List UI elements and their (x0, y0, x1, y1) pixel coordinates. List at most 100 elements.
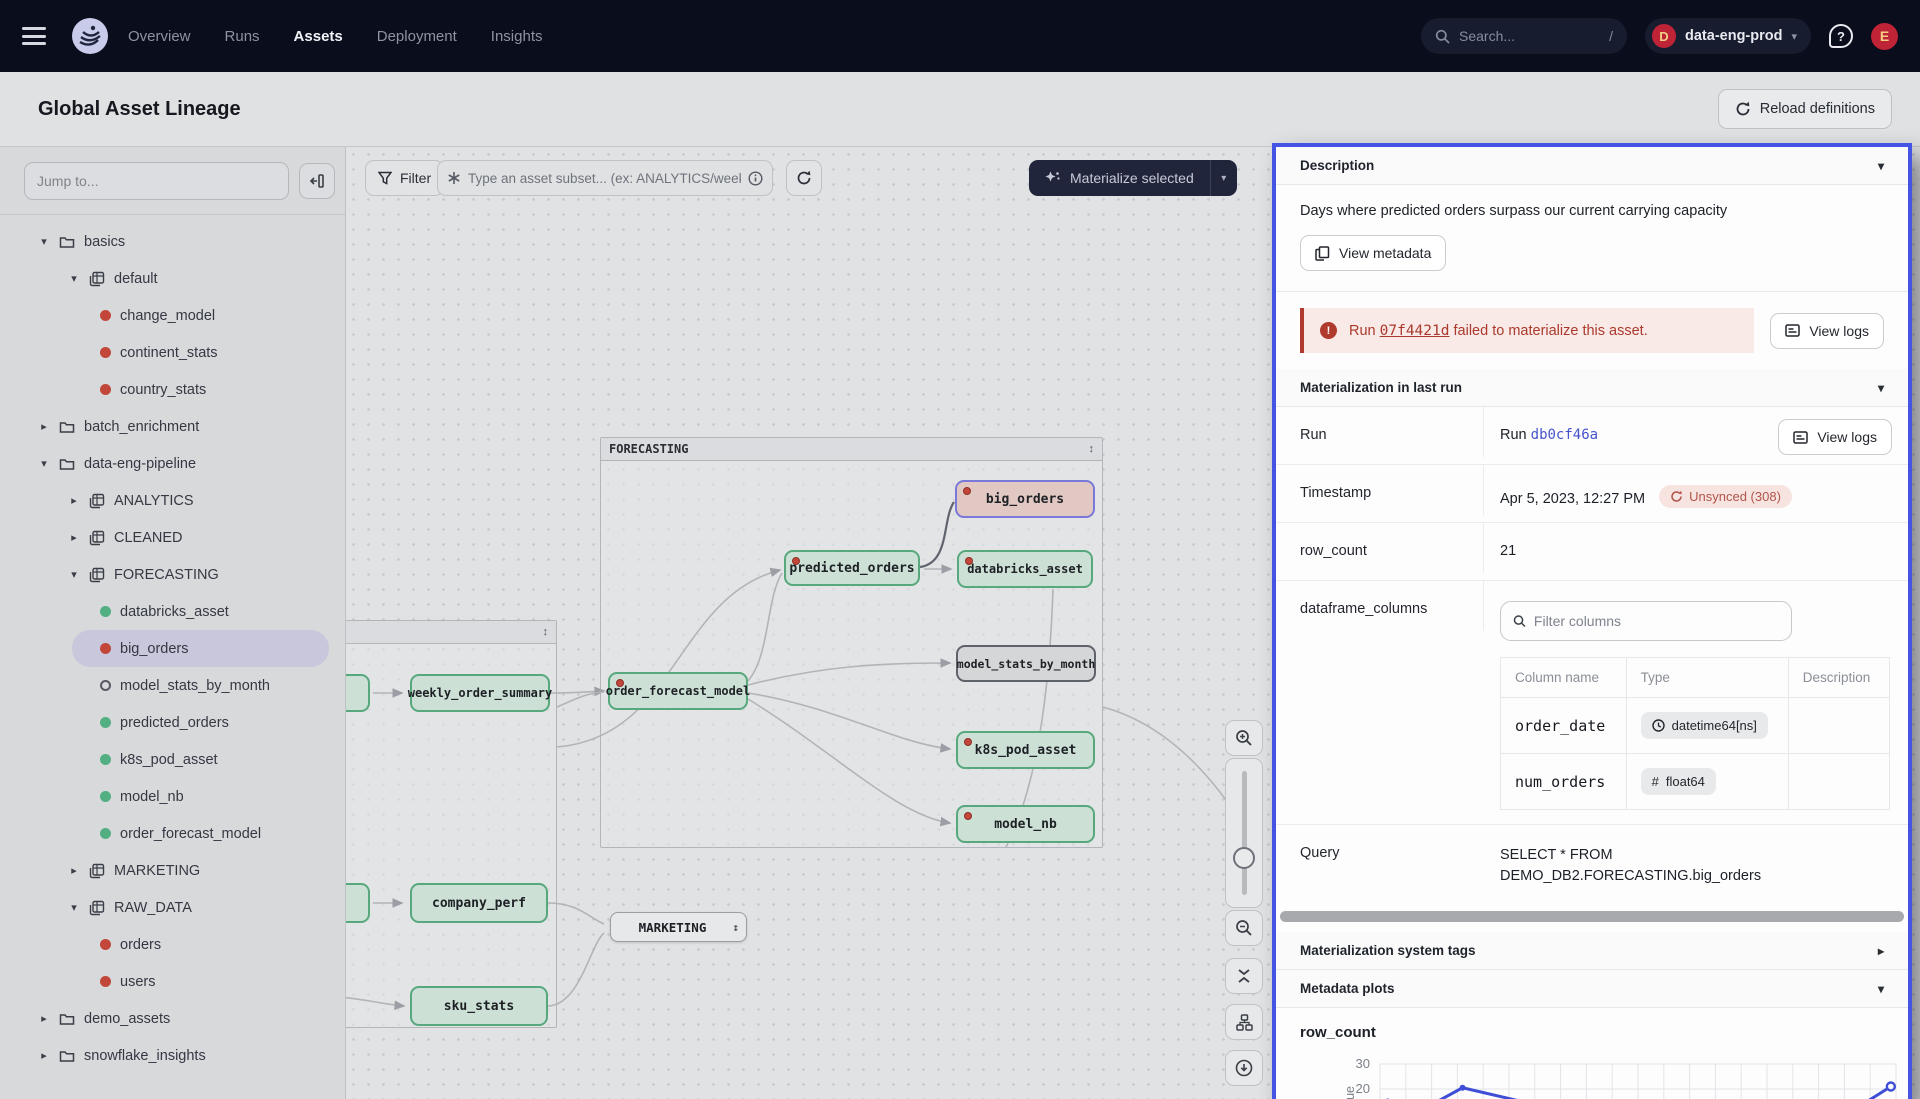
caret-icon[interactable] (68, 531, 80, 544)
tree-item[interactable]: k8s_pod_asset (0, 741, 345, 778)
info-icon[interactable] (748, 171, 763, 186)
tree-item[interactable]: databricks_asset (0, 593, 345, 630)
unsynced-badge[interactable]: Unsynced (308) (1659, 485, 1792, 508)
zoom-slider[interactable] (1225, 758, 1263, 908)
jump-to-input[interactable] (24, 162, 289, 200)
tree-item[interactable]: batch_enrichment (0, 408, 345, 445)
caret-icon[interactable] (68, 864, 80, 877)
refresh-graph-button[interactable] (786, 160, 822, 196)
caret-icon[interactable] (38, 1049, 50, 1062)
materialize-options-dropdown[interactable]: ▾ (1210, 160, 1237, 196)
asset-node[interactable]: predicted_orders ↕ (784, 550, 920, 586)
nav-link[interactable]: Insights (491, 28, 543, 45)
asset-node[interactable]: order_forecast_model ↕ (608, 672, 748, 710)
search-icon (1435, 29, 1450, 44)
horizontal-scrollbar[interactable] (1280, 911, 1904, 922)
asset-node[interactable]: databricks_asset ↕ (957, 550, 1093, 588)
asset-node-label: model_stats_by_month (957, 657, 1095, 671)
folder-icon (59, 456, 75, 472)
caret-icon[interactable] (38, 1012, 50, 1025)
zoom-in-button[interactable] (1225, 720, 1263, 756)
asset-node[interactable]: k8s_pod_asset ↕ (956, 731, 1095, 769)
tree-item[interactable]: country_stats (0, 371, 345, 408)
caret-icon[interactable] (38, 457, 50, 470)
reload-definitions-button[interactable]: Reload definitions (1718, 89, 1892, 129)
tree-item[interactable]: basics (0, 223, 345, 260)
chevron-down-icon (1878, 381, 1884, 395)
tree-item[interactable]: snowflake_insights (0, 1037, 345, 1074)
nav-link[interactable]: Deployment (377, 28, 457, 45)
view-logs-button[interactable]: View logs (1778, 419, 1892, 455)
nav-link[interactable]: Overview (128, 28, 191, 45)
tree-item[interactable]: order_forecast_model (0, 815, 345, 852)
asset-node[interactable]: MARKETING ↕ (610, 912, 747, 942)
tree-item[interactable]: continent_stats (0, 334, 345, 371)
filter-button[interactable]: Filter (365, 160, 444, 196)
tree-item[interactable]: FORECASTING (0, 556, 345, 593)
asset-node[interactable]: weekly_order_summary ↕ (410, 674, 550, 712)
metadata-plots-section-header[interactable]: Metadata plots (1276, 970, 1908, 1008)
user-avatar[interactable]: E (1871, 23, 1898, 50)
asset-node[interactable]: ↕ (346, 674, 370, 712)
tree-item[interactable]: CLEANED (0, 519, 345, 556)
asset-node[interactable]: ↕ (346, 883, 370, 923)
menu-icon[interactable] (22, 27, 46, 45)
timestamp-row: Timestamp Apr 5, 2023, 12:27 PM Unsynced… (1276, 465, 1908, 523)
dagster-logo-icon[interactable] (70, 16, 110, 56)
nav-link[interactable]: Assets (294, 28, 343, 45)
tree-item[interactable]: predicted_orders (0, 704, 345, 741)
tree-item[interactable]: orders (0, 926, 345, 963)
caret-icon[interactable] (68, 568, 80, 581)
graph-layout-button[interactable] (1225, 1004, 1263, 1040)
tree-item[interactable]: default (0, 260, 345, 297)
collapse-sidebar-button[interactable] (299, 163, 335, 199)
zoom-slider-handle[interactable] (1233, 847, 1255, 869)
caret-icon[interactable] (38, 235, 50, 248)
caret-icon[interactable] (68, 272, 80, 285)
tree-item[interactable]: demo_assets (0, 1000, 345, 1037)
caret-icon[interactable] (38, 420, 50, 433)
tree-item[interactable]: data-eng-pipeline (0, 445, 345, 482)
asset-node[interactable]: model_stats_by_month ↕ (956, 645, 1096, 682)
caret-icon[interactable] (68, 494, 80, 507)
tree-item[interactable]: model_stats_by_month (0, 667, 345, 704)
asset-node[interactable]: model_nb ↕ (956, 805, 1095, 843)
search-input[interactable]: Search... / (1421, 18, 1627, 54)
tree-item-label: FORECASTING (114, 567, 219, 583)
caret-icon[interactable] (68, 901, 80, 914)
asset-status-dot (100, 717, 111, 728)
tree-item[interactable]: change_model (0, 297, 345, 334)
asset-node[interactable]: big_orders ↕ (955, 480, 1095, 518)
stale-indicator-dot (965, 557, 973, 565)
system-tags-section-header[interactable]: Materialization system tags (1276, 932, 1908, 970)
download-graph-button[interactable] (1225, 1050, 1263, 1086)
asset-node[interactable]: sku_stats ↕ (410, 986, 548, 1026)
expand-group-icon[interactable]: ↕ (732, 921, 739, 934)
asset-subset-input[interactable] (468, 171, 741, 186)
tree-item[interactable]: model_nb (0, 778, 345, 815)
failed-run-link[interactable]: 07f4421d (1380, 323, 1450, 339)
tree-item[interactable]: users (0, 963, 345, 1000)
folder-icon (59, 419, 75, 435)
nav-link[interactable]: Runs (225, 28, 260, 45)
zoom-out-button[interactable] (1225, 910, 1263, 946)
tree-item[interactable]: big_orders (72, 630, 329, 667)
run-id-link[interactable]: db0cf46a (1531, 427, 1598, 443)
error-icon: ! (1320, 322, 1337, 339)
tree-item[interactable]: MARKETING (0, 852, 345, 889)
asset-status-dot (100, 791, 111, 802)
view-metadata-button[interactable]: View metadata (1300, 235, 1446, 271)
materialization-section-header[interactable]: Materialization in last run (1276, 369, 1908, 407)
view-logs-button[interactable]: View logs (1770, 313, 1884, 349)
filter-columns-input[interactable] (1534, 613, 1779, 629)
asset-group-icon (89, 900, 105, 916)
asset-node[interactable]: company_perf ↕ (410, 883, 548, 923)
collapse-all-groups-button[interactable] (1225, 958, 1263, 994)
tree-item[interactable]: RAW_DATA (0, 889, 345, 926)
tree-item[interactable]: ANALYTICS (0, 482, 345, 519)
asset-node-label: big_orders (986, 492, 1064, 507)
materialize-selected-button[interactable]: Materialize selected ▾ (1029, 160, 1237, 196)
deployment-switcher[interactable]: D data-eng-prod ▾ (1645, 18, 1811, 54)
help-icon[interactable]: ? (1829, 24, 1853, 48)
search-icon (1513, 614, 1526, 628)
